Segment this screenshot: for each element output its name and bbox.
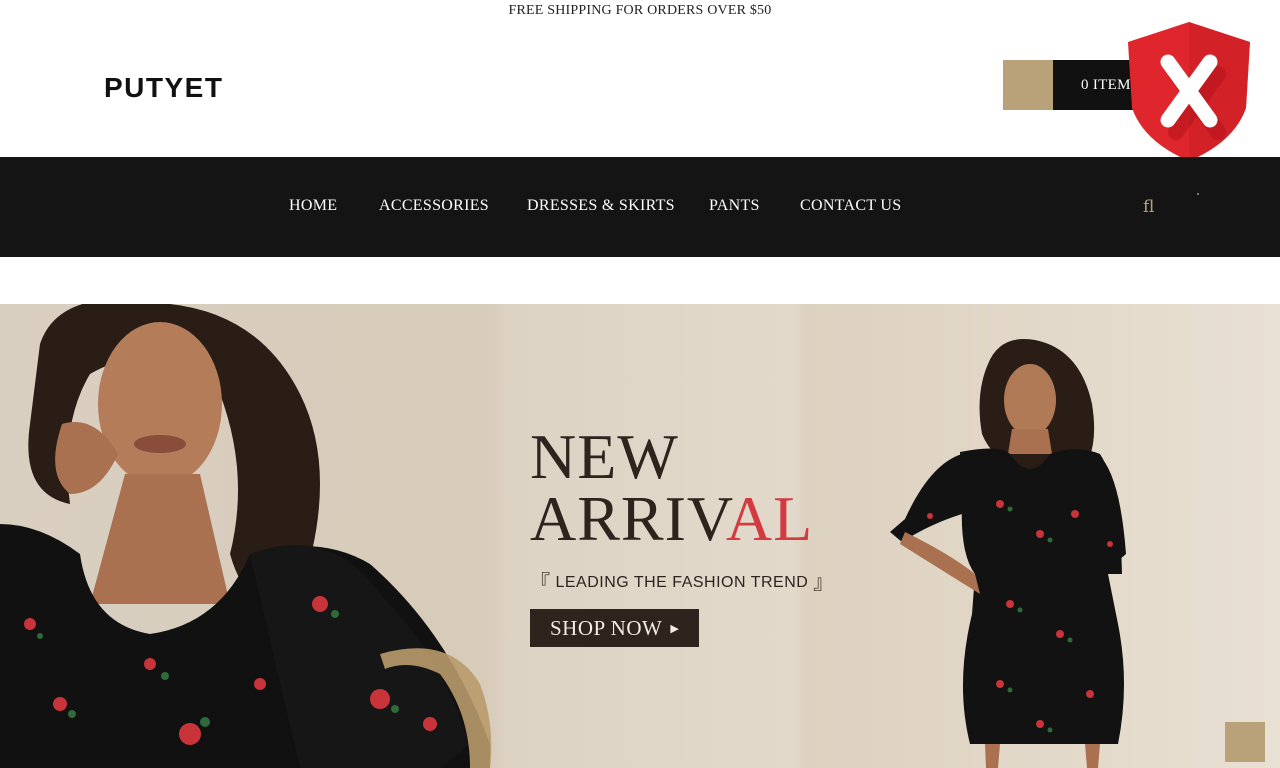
nav-item-pants[interactable]: PANTS bbox=[709, 197, 760, 215]
hero-banner[interactable]: NEW ARRIVAL 『 LEADING THE FASHION TREND … bbox=[0, 304, 1280, 768]
hero-title-line2-accent: AL bbox=[725, 483, 814, 554]
page: FREE SHIPPING FOR ORDERS OVER $50 PUTYET… bbox=[0, 0, 1280, 768]
shield-x-icon bbox=[1128, 22, 1250, 161]
hero-title-line2: ARRIVAL bbox=[530, 487, 813, 551]
hero-title: NEW ARRIVAL bbox=[530, 421, 813, 551]
cart-icon[interactable] bbox=[1003, 60, 1053, 110]
scroll-to-top-button[interactable] bbox=[1225, 722, 1265, 762]
tagline-close-bracket: 』 bbox=[813, 570, 834, 594]
main-navigation: HOME ACCESSORIES DRESSES & SKIRTS PANTS … bbox=[0, 157, 1280, 257]
play-triangle-icon: ▶ bbox=[670, 623, 680, 635]
nav-dot bbox=[1197, 193, 1199, 195]
search-icon[interactable]: fl bbox=[1143, 197, 1154, 217]
shop-now-label: SHOP NOW bbox=[550, 616, 663, 640]
shop-now-button[interactable]: SHOP NOW ▶ bbox=[530, 609, 699, 647]
nav-item-contact-us[interactable]: CONTACT US bbox=[800, 197, 901, 215]
hero-title-line2-main: ARRIV bbox=[530, 483, 726, 554]
tagline-text: LEADING THE FASHION TREND bbox=[555, 574, 809, 591]
hero-tagline: 『 LEADING THE FASHION TREND 』 bbox=[530, 566, 834, 595]
site-logo[interactable]: PUTYET bbox=[104, 72, 223, 104]
hero-title-line1: NEW bbox=[530, 421, 679, 492]
nav-item-dresses-skirts[interactable]: DRESSES & SKIRTS bbox=[527, 197, 675, 215]
free-shipping-banner: FREE SHIPPING FOR ORDERS OVER $50 bbox=[508, 3, 772, 18]
nav-item-home[interactable]: HOME bbox=[289, 197, 337, 215]
nav-item-accessories[interactable]: ACCESSORIES bbox=[379, 197, 489, 215]
tagline-open-bracket: 『 bbox=[530, 570, 551, 594]
